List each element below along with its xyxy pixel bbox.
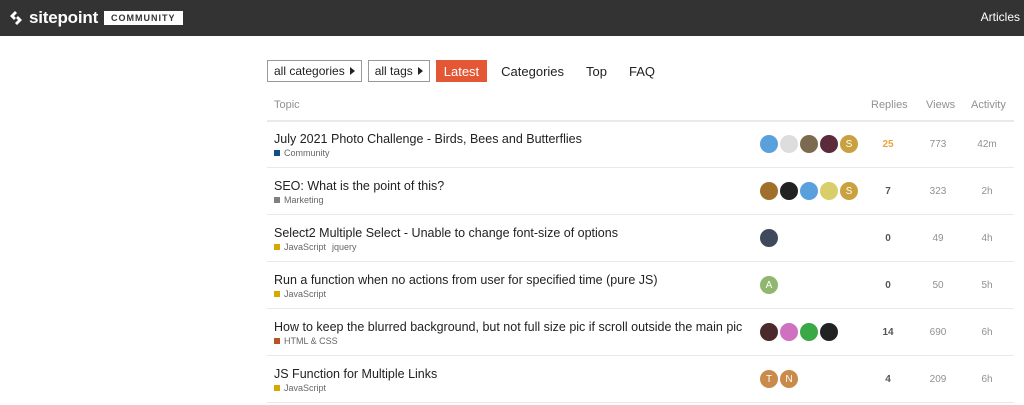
category-color-swatch <box>274 197 280 203</box>
avatar[interactable]: S <box>840 135 858 153</box>
views-count: 323 <box>929 186 947 197</box>
avatar[interactable]: T <box>760 370 778 388</box>
category-badge[interactable]: JavaScript <box>284 242 326 252</box>
activity-time[interactable]: 4h <box>967 233 1007 244</box>
poster-avatars <box>760 229 780 247</box>
avatar[interactable] <box>780 135 798 153</box>
poster-avatars: TN <box>760 370 800 388</box>
poster-avatars: S <box>760 135 860 153</box>
tab-categories[interactable]: Categories <box>493 60 572 82</box>
category-color-swatch <box>274 291 280 297</box>
topic-meta: Marketing <box>274 195 324 205</box>
category-badge[interactable]: Community <box>284 148 330 158</box>
topic-title-link[interactable]: Run a function when no actions from user… <box>274 273 658 287</box>
avatar[interactable]: S <box>840 182 858 200</box>
activity-time[interactable]: 6h <box>967 374 1007 385</box>
category-badge[interactable]: HTML & CSS <box>284 336 338 346</box>
tab-latest[interactable]: Latest <box>435 60 488 82</box>
category-color-swatch <box>274 385 280 391</box>
avatar[interactable] <box>780 323 798 341</box>
site-logo[interactable]: sitepoint COMMUNITY <box>8 8 183 28</box>
topic-meta: JavaScript jquery <box>274 242 357 252</box>
topic-meta: HTML & CSS <box>274 336 338 346</box>
topic-title-link[interactable]: SEO: What is the point of this? <box>274 179 444 193</box>
categories-dropdown[interactable]: all categories <box>267 60 362 82</box>
replies-count[interactable]: 14 <box>868 327 908 338</box>
category-badge[interactable]: Marketing <box>284 195 324 205</box>
topic-title-link[interactable]: How to keep the blurred background, but … <box>274 320 742 334</box>
topic-table-header: Topic Replies Views Activity <box>267 92 1014 122</box>
topic-meta: JavaScript <box>274 383 326 393</box>
category-badge[interactable]: JavaScript <box>284 289 326 299</box>
topic-title-link[interactable]: July 2021 Photo Challenge - Birds, Bees … <box>274 132 582 146</box>
topic-nav: all categories all tags Latest Categorie… <box>267 60 669 82</box>
avatar[interactable] <box>820 323 838 341</box>
header-replies[interactable]: Replies <box>871 99 908 111</box>
articles-link[interactable]: Articles <box>981 10 1020 24</box>
header-topic[interactable]: Topic <box>274 99 300 111</box>
category-badge[interactable]: JavaScript <box>284 383 326 393</box>
table-row[interactable]: JS Function for Multiple Links JavaScript… <box>267 356 1014 403</box>
avatar[interactable] <box>800 323 818 341</box>
views-count: 690 <box>929 327 947 338</box>
topic-meta: JavaScript <box>274 289 326 299</box>
replies-count[interactable]: 7 <box>868 186 908 197</box>
avatar[interactable] <box>780 182 798 200</box>
caret-right-icon <box>417 67 423 75</box>
avatar[interactable] <box>760 323 778 341</box>
replies-count[interactable]: 4 <box>868 374 908 385</box>
topic-title-link[interactable]: JS Function for Multiple Links <box>274 367 437 381</box>
topic-meta: Community <box>274 148 330 158</box>
avatar[interactable] <box>820 182 838 200</box>
tags-dropdown-label: all tags <box>374 64 413 78</box>
tags-dropdown[interactable]: all tags <box>367 60 430 82</box>
poster-avatars: A <box>760 276 780 294</box>
views-count: 49 <box>932 233 944 244</box>
avatar[interactable] <box>800 135 818 153</box>
category-color-swatch <box>274 244 280 250</box>
topic-tag[interactable]: jquery <box>332 242 357 252</box>
header-activity[interactable]: Activity <box>971 99 1006 111</box>
views-count: 50 <box>932 280 944 291</box>
table-row[interactable]: How to keep the blurred background, but … <box>267 309 1014 356</box>
avatar[interactable] <box>760 182 778 200</box>
activity-time[interactable]: 6h <box>967 327 1007 338</box>
views-count: 773 <box>929 139 947 150</box>
activity-time[interactable]: 5h <box>967 280 1007 291</box>
poster-avatars <box>760 323 840 341</box>
tab-faq[interactable]: FAQ <box>621 60 663 82</box>
avatar[interactable]: N <box>780 370 798 388</box>
poster-avatars: S <box>760 182 860 200</box>
replies-count[interactable]: 0 <box>868 280 908 291</box>
table-row[interactable]: Select2 Multiple Select - Unable to chan… <box>267 215 1014 262</box>
logo-text: sitepoint <box>29 8 99 27</box>
avatar[interactable] <box>760 229 778 247</box>
header-views[interactable]: Views <box>926 99 955 111</box>
avatar[interactable] <box>820 135 838 153</box>
avatar[interactable] <box>760 135 778 153</box>
table-row[interactable]: July 2021 Photo Challenge - Birds, Bees … <box>267 121 1014 168</box>
activity-time[interactable]: 42m <box>967 139 1007 150</box>
sitepoint-logo-icon <box>10 11 22 25</box>
replies-count[interactable]: 0 <box>868 233 908 244</box>
avatar[interactable] <box>800 182 818 200</box>
topic-title-link[interactable]: Select2 Multiple Select - Unable to chan… <box>274 226 618 240</box>
categories-dropdown-label: all categories <box>274 64 345 78</box>
replies-count[interactable]: 25 <box>868 139 908 150</box>
caret-right-icon <box>349 67 355 75</box>
table-row[interactable]: Run a function when no actions from user… <box>267 262 1014 309</box>
activity-time[interactable]: 2h <box>967 186 1007 197</box>
avatar[interactable]: A <box>760 276 778 294</box>
top-header: sitepoint COMMUNITY Articles <box>0 0 1024 36</box>
category-color-swatch <box>274 150 280 156</box>
table-row[interactable]: SEO: What is the point of this? Marketing… <box>267 168 1014 215</box>
category-color-swatch <box>274 338 280 344</box>
tab-top[interactable]: Top <box>578 60 615 82</box>
views-count: 209 <box>929 374 947 385</box>
logo-badge: COMMUNITY <box>104 11 183 25</box>
